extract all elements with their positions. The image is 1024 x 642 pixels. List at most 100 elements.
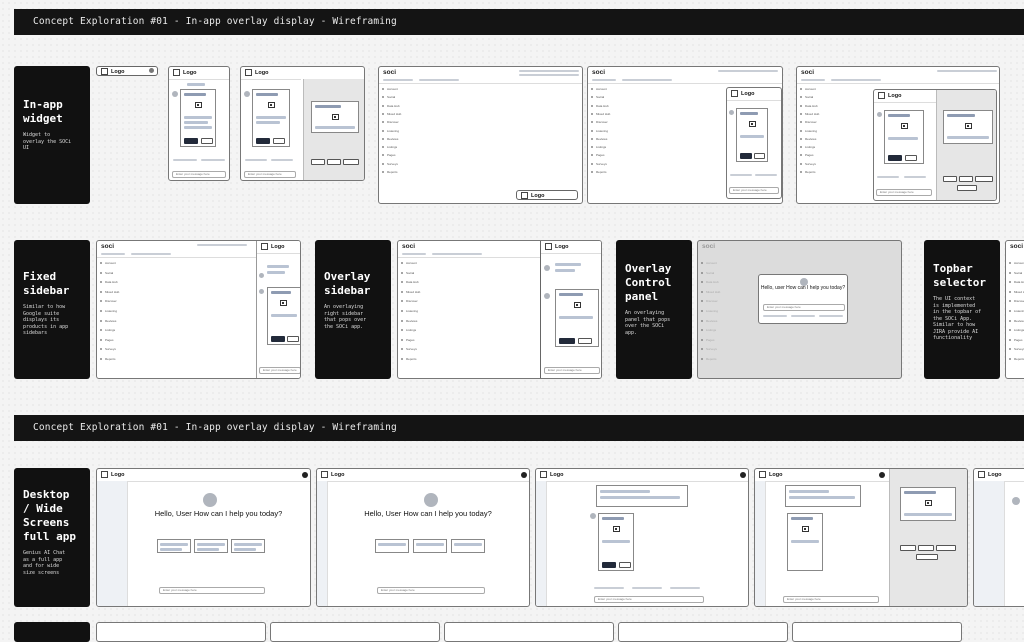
sidebar-item-social[interactable]: Social <box>387 95 395 99</box>
approve-button[interactable] <box>740 153 752 159</box>
sidebar-item-pages[interactable]: Pages <box>706 338 715 342</box>
sidebar-item-social[interactable]: Social <box>805 95 813 99</box>
sidebar-item-data-hub[interactable]: Data Hub <box>1014 280 1024 284</box>
widget-launcher-pill[interactable]: Logo <box>516 190 578 200</box>
sidebar-item-reviews[interactable]: Reviews <box>105 319 116 323</box>
preview-button[interactable] <box>754 153 765 159</box>
adjust-button[interactable] <box>343 159 359 165</box>
preview-button[interactable] <box>959 176 973 182</box>
sidebar-item-account[interactable]: Account <box>387 87 398 91</box>
sidebar-item-reports[interactable]: Reports <box>105 357 116 361</box>
sidebar-item-mixed-hub[interactable]: Mixed Hub <box>706 290 720 294</box>
approve-button[interactable] <box>888 155 902 161</box>
sidebar-item-listening[interactable]: Listening <box>105 309 117 313</box>
sidebar-item-social[interactable]: Social <box>406 271 414 275</box>
sidebar-item-discover[interactable]: Discover <box>406 299 418 303</box>
preview-button[interactable] <box>578 338 592 344</box>
avatar[interactable] <box>302 472 308 478</box>
sidebar-item-mixed-hub[interactable]: Mixed Hub <box>1014 290 1024 294</box>
sidebar-item-pages[interactable]: Pages <box>596 153 605 157</box>
sidebar-item-pages[interactable]: Pages <box>387 153 396 157</box>
sidebar-item-account[interactable]: Account <box>1014 261 1024 265</box>
adjust-button[interactable] <box>936 545 956 551</box>
sidebar-item-reviews[interactable]: Reviews <box>706 319 717 323</box>
sidebar-item-pages[interactable]: Pages <box>1014 338 1023 342</box>
sidebar-item-reports[interactable]: Reports <box>406 357 417 361</box>
sidebar-item-listening[interactable]: Listening <box>387 129 399 133</box>
preview-button[interactable] <box>619 562 631 568</box>
sidebar-item-listening[interactable]: Listening <box>706 309 718 313</box>
sidebar-item-reports[interactable]: Reports <box>596 170 607 174</box>
message-input[interactable]: Enter your message here <box>544 367 600 374</box>
preview-button[interactable] <box>918 545 934 551</box>
sidebar-item-listings[interactable]: Listings <box>387 145 397 149</box>
sidebar-item-reviews[interactable]: Reviews <box>387 137 398 141</box>
sidebar-item-pages[interactable]: Pages <box>105 338 114 342</box>
adjust-button[interactable] <box>975 176 993 182</box>
message-input[interactable]: Enter your message here <box>172 171 226 178</box>
approve-button[interactable] <box>602 562 616 568</box>
sidebar-item-social[interactable]: Social <box>706 271 714 275</box>
sidebar-item-listening[interactable]: Listening <box>805 129 817 133</box>
message-input[interactable]: Enter your message here <box>876 189 932 196</box>
preview-button[interactable] <box>273 138 285 144</box>
sidebar-item-discover[interactable]: Discover <box>105 299 117 303</box>
regenerate-button[interactable] <box>916 554 938 560</box>
sidebar-item-reports[interactable]: Reports <box>1014 357 1024 361</box>
sidebar-item-mixed-hub[interactable]: Mixed Hub <box>596 112 610 116</box>
sidebar-item-account[interactable]: Account <box>706 261 717 265</box>
message-input[interactable]: Enter your message here <box>729 187 779 194</box>
sidebar-item-listening[interactable]: Listening <box>406 309 418 313</box>
approve-button[interactable] <box>184 138 198 144</box>
sidebar-item-mixed-hub[interactable]: Mixed Hub <box>406 290 420 294</box>
sidebar-item-listings[interactable]: Listings <box>406 328 416 332</box>
sidebar-item-discover[interactable]: Discover <box>1014 299 1024 303</box>
sidebar-item-mixed-hub[interactable]: Mixed Hub <box>387 112 401 116</box>
message-input[interactable]: Enter your message here <box>159 587 265 594</box>
approve-button[interactable] <box>900 545 916 551</box>
sidebar-item-account[interactable]: Account <box>105 261 116 265</box>
preview-button[interactable] <box>287 336 299 342</box>
message-input[interactable]: Enter your message here <box>259 367 300 374</box>
sidebar-item-discover[interactable]: Discover <box>805 120 817 124</box>
approve-button[interactable] <box>559 338 575 344</box>
sidebar-item-mixed-hub[interactable]: Mixed Hub <box>805 112 819 116</box>
sidebar-item-discover[interactable]: Discover <box>596 120 608 124</box>
sidebar-item-listings[interactable]: Listings <box>805 145 815 149</box>
regenerate-button[interactable] <box>957 185 977 191</box>
sidebar-item-surveys[interactable]: Surveys <box>706 347 717 351</box>
message-input[interactable]: Enter your message here <box>783 596 879 603</box>
sidebar-item-reviews[interactable]: Reviews <box>805 137 816 141</box>
approve-button[interactable] <box>271 336 285 342</box>
sidebar-item-account[interactable]: Account <box>805 87 816 91</box>
preview-button[interactable] <box>327 159 341 165</box>
sidebar-item-account[interactable]: Account <box>406 261 417 265</box>
sidebar-item-pages[interactable]: Pages <box>805 153 814 157</box>
sidebar-item-surveys[interactable]: Surveys <box>105 347 116 351</box>
sidebar-item-listening[interactable]: Listening <box>1014 309 1024 313</box>
sidebar-item-discover[interactable]: Discover <box>387 120 399 124</box>
sidebar-item-surveys[interactable]: Surveys <box>387 162 398 166</box>
sidebar-item-reports[interactable]: Reports <box>706 357 717 361</box>
approve-button[interactable] <box>943 176 957 182</box>
sidebar-item-mixed-hub[interactable]: Mixed Hub <box>105 290 119 294</box>
sidebar-item-data-hub[interactable]: Data Hub <box>105 280 118 284</box>
sidebar-item-listings[interactable]: Listings <box>105 328 115 332</box>
close-icon[interactable] <box>149 68 154 73</box>
approve-button[interactable] <box>311 159 325 165</box>
message-input[interactable]: Enter your message here <box>377 587 485 594</box>
sidebar-item-listening[interactable]: Listening <box>596 129 608 133</box>
sidebar-item-data-hub[interactable]: Data Hub <box>706 280 719 284</box>
sidebar-item-reviews[interactable]: Reviews <box>1014 319 1024 323</box>
message-input[interactable]: Enter your message here <box>763 304 845 311</box>
avatar[interactable] <box>740 472 746 478</box>
sidebar-item-surveys[interactable]: Surveys <box>1014 347 1024 351</box>
sidebar-item-discover[interactable]: Discover <box>706 299 718 303</box>
sidebar-item-pages[interactable]: Pages <box>406 338 415 342</box>
sidebar-item-account[interactable]: Account <box>596 87 607 91</box>
preview-button[interactable] <box>905 155 917 161</box>
widget-launcher-pill[interactable]: Logo <box>96 66 158 76</box>
sidebar-item-listings[interactable]: Listings <box>596 145 606 149</box>
sidebar-item-data-hub[interactable]: Data Hub <box>596 104 609 108</box>
avatar[interactable] <box>879 472 885 478</box>
